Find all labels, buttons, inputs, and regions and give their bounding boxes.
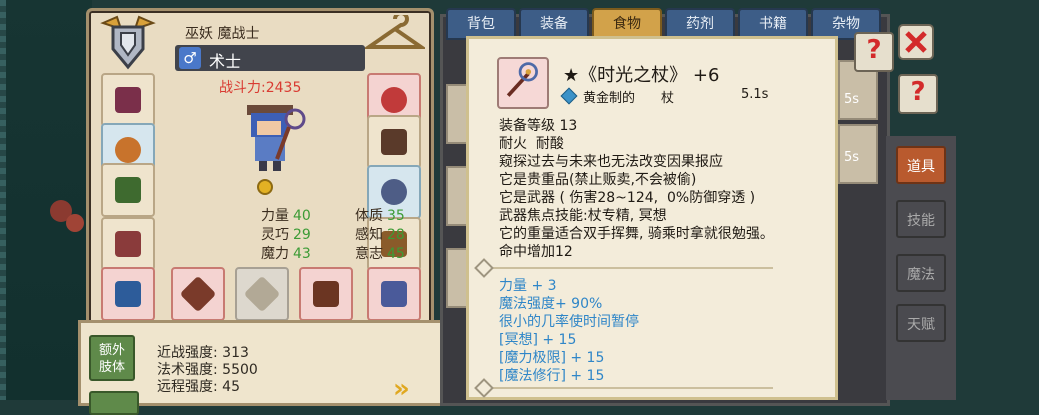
ring-icon [115,281,141,307]
time-staff-icon [497,57,549,109]
stat-constitution: 体质 35 [355,208,405,224]
equipment-slot-ranged[interactable] [299,267,353,321]
tab-items[interactable]: 道具 [896,146,946,184]
wardrobe-hanger-icon[interactable] [365,15,425,55]
staff-icon [179,275,217,313]
belt-icon [381,179,407,205]
stat-strength: 力量 40 [261,208,311,224]
item-quality: 黄金制的 [560,87,635,106]
double-chevron-right-icon[interactable]: » [393,375,433,403]
combat-strength-panel: 额外 肢体 近战强度: 313 法术强度: 5500 远程强度: 45 » [78,320,444,415]
item-description: 装备等级 13 耐火 耐酸 窥探过去与未来也无法改变因果报应 它是贵重品(禁止贩… [499,118,774,260]
tab-magic[interactable]: 魔法 [896,254,946,292]
equipment-slot-ring[interactable] [101,267,155,321]
item-bonuses: 力量 + 3 魔法强度+ 90% 很小的几率使时间暂停 [冥想] + 15 [魔… [499,278,639,384]
character-portrait [247,105,306,171]
item-type: 杖 [661,91,675,106]
stat-dexterity: 灵巧 29 [261,227,311,243]
left-edge-stripe [0,0,6,400]
class-bar: ♂ 术士 [175,45,365,71]
helmet-icon [115,87,141,113]
character-title: 巫妖 魔战士 [185,26,260,42]
help-button-secondary[interactable]: ? [898,74,938,114]
tab-talents[interactable]: 天赋 [896,304,946,342]
item-name: ★《时光之杖》 +6 [563,65,720,86]
gloves-icon [381,281,407,307]
male-gender-icon: ♂ [179,47,201,69]
item-attack-speed: 5.1s [741,87,769,102]
extra-limb-button[interactable]: 额外 肢体 [89,335,135,381]
tab-skills[interactable]: 技能 [896,200,946,238]
item-time-label: 5s [844,92,860,107]
equipment-slot-weapon-alt[interactable] [235,267,289,321]
cloak-icon [115,177,141,203]
secondary-button[interactable] [89,391,139,415]
equipment-slot-cloak[interactable] [101,163,155,217]
melee-strength: 近战强度: 313 [157,345,249,361]
class-emblem-icon [100,15,156,70]
staff-ghost-icon [243,275,281,313]
bow-icon [313,281,339,307]
stat-perception: 感知 28 [355,227,405,243]
quality-gem-icon [560,87,578,105]
equipment-slot-armor[interactable] [101,217,155,271]
item-time-label: 5s [844,150,860,165]
spell-strength: 法术强度: 5500 [157,362,258,378]
equipment-slot-helmet[interactable] [101,73,155,127]
combat-power: 战斗力:2435 [219,80,302,96]
tooltip-divider [474,378,773,398]
attribute-stats: 力量 40 体质 35 灵巧 29 感知 28 魔力 43 意志 45 [261,207,449,264]
mask-icon [381,87,407,113]
character-panel: 巫妖 魔战士 ♂ 术士 战斗力:2435 力量 40 体质 35 灵巧 29 感知 [86,8,434,326]
question-mark-icon: ? [910,77,926,107]
question-mark-icon: ? [866,35,882,65]
equipment-slot-offhand[interactable] [367,115,421,169]
close-icon[interactable] [898,24,934,60]
background-decoration [66,214,84,232]
tooltip-divider [474,258,773,278]
equipment-slot-weapon[interactable] [171,267,225,321]
item-tooltip: ★《时光之杖》 +6 黄金制的 杖 5.1s 装备等级 13 耐火 耐酸 窥探过… [466,36,838,400]
ranged-strength: 远程强度: 45 [157,379,240,395]
armor-icon [115,231,141,257]
equipment-slot-gloves[interactable] [367,267,421,321]
gold-coin-icon [257,179,273,195]
amulet-icon [115,137,141,163]
help-button[interactable]: ? [854,32,894,72]
class-name: 术士 [209,52,242,71]
stat-will: 意志 45 [355,246,405,262]
stat-magic: 魔力 43 [261,246,311,262]
offhand-icon [381,129,407,155]
